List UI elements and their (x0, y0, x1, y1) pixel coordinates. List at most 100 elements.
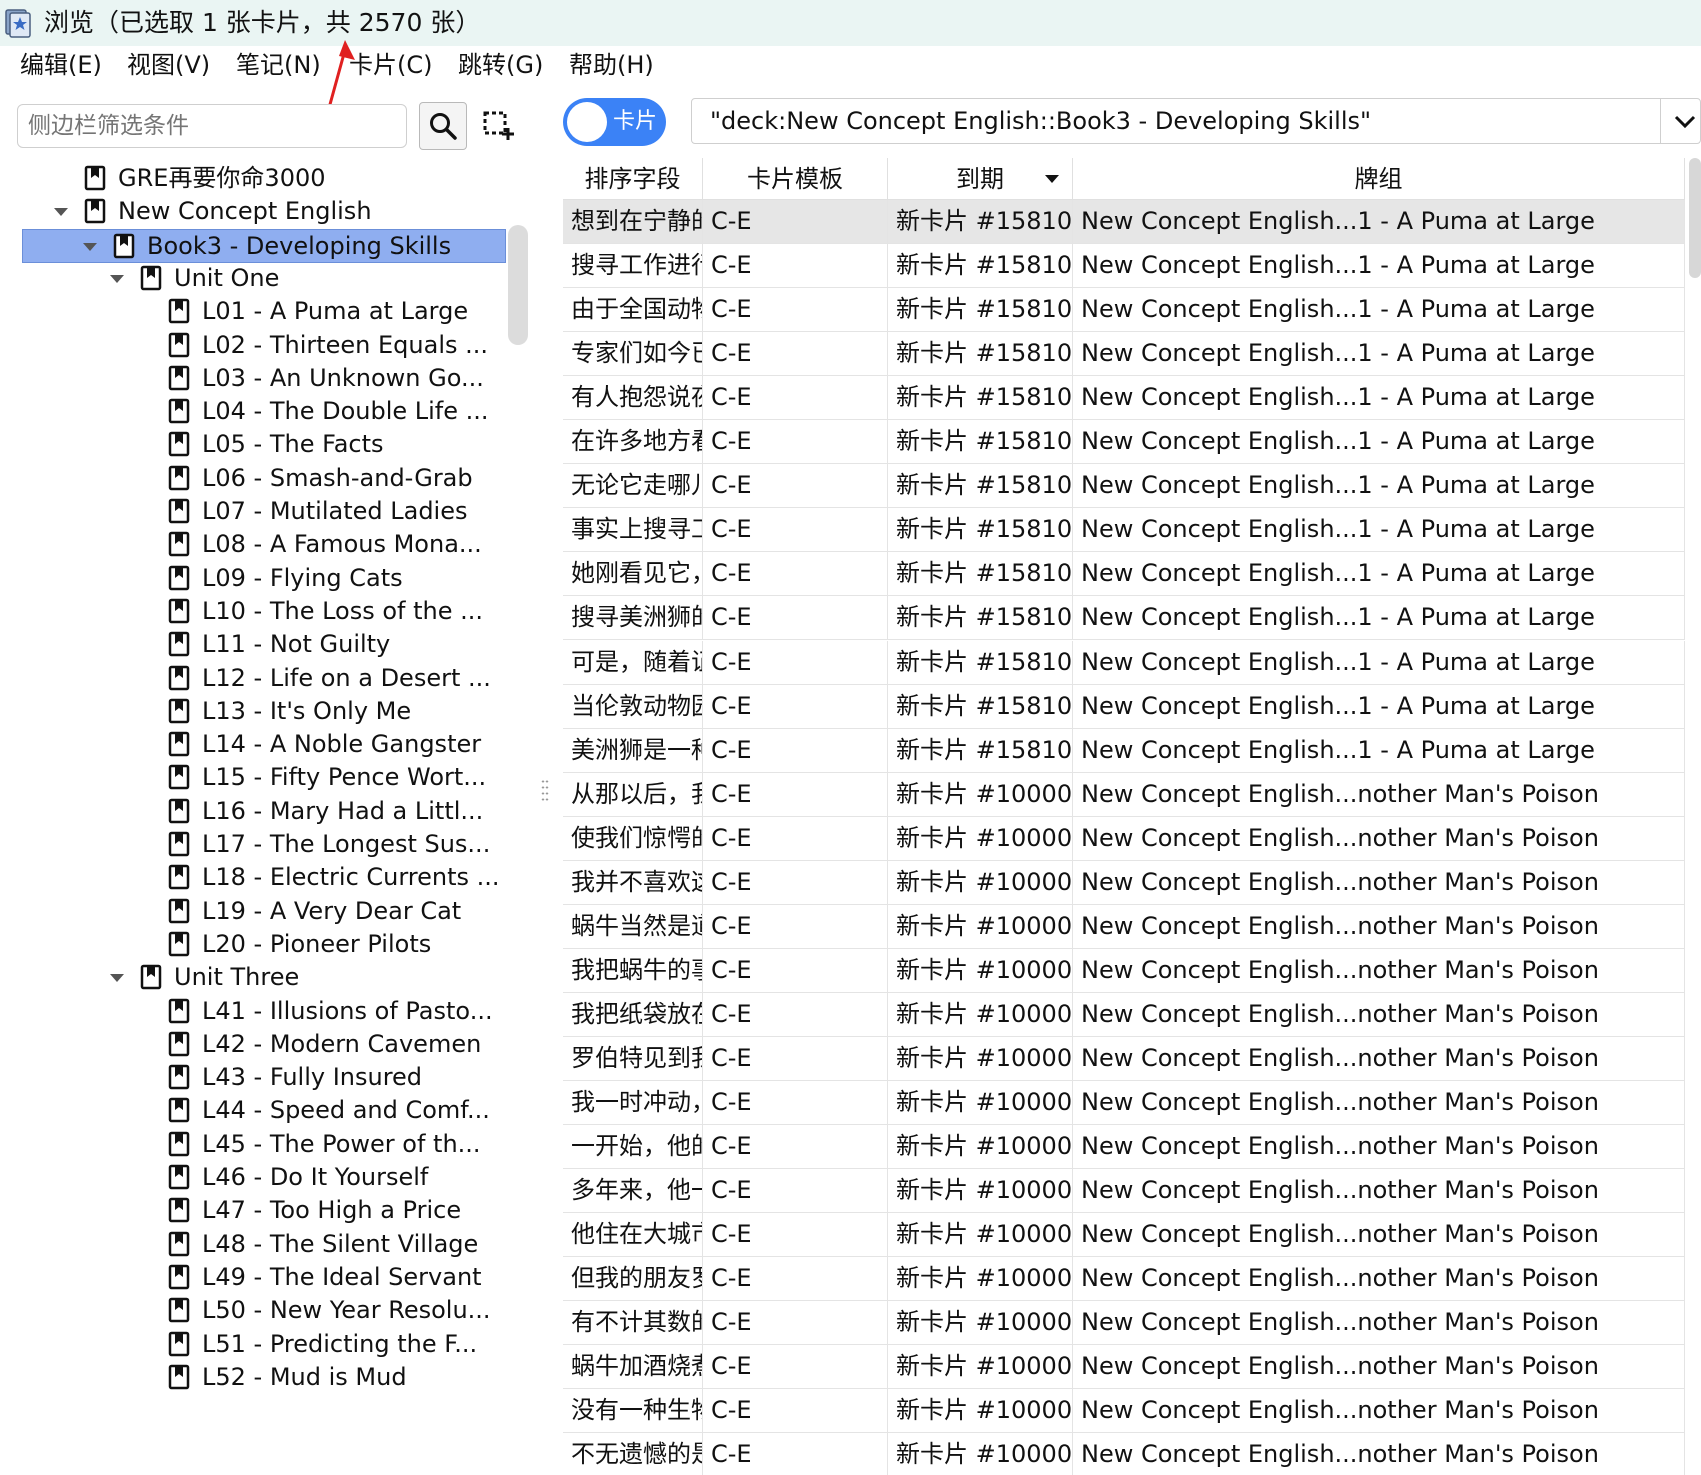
tree-item[interactable]: L14 - A Noble Gangster (22, 728, 506, 762)
table-row[interactable]: 我把纸袋放在...C-E新卡片 #10000...New Concept Eng… (563, 992, 1685, 1037)
table-row[interactable]: 蜗牛当然是道...C-E新卡片 #10000...New Concept Eng… (563, 904, 1685, 949)
tree-item[interactable]: L45 - The Power of th... (22, 1128, 506, 1162)
table-row[interactable]: 从那以后，我...C-E新卡片 #10000...New Concept Eng… (563, 772, 1685, 817)
menu-item[interactable]: 笔记(N) (236, 50, 321, 80)
column-header[interactable]: 卡片模板 (703, 158, 888, 200)
tree-item[interactable]: L49 - The Ideal Servant (22, 1261, 506, 1295)
table-row[interactable]: 但我的朋友罗...C-E新卡片 #10000...New Concept Eng… (563, 1257, 1685, 1302)
due-cell: 新卡片 #10000... (888, 816, 1073, 861)
table-scrollbar[interactable] (1689, 158, 1701, 278)
table-row[interactable]: 她刚看见它，...C-E新卡片 #15810...New Concept Eng… (563, 552, 1685, 597)
table-row[interactable]: 有人抱怨说夜...C-E新卡片 #15810...New Concept Eng… (563, 376, 1685, 421)
table-row[interactable]: 有不计其数的...C-E新卡片 #10000...New Concept Eng… (563, 1301, 1685, 1346)
tree-item[interactable]: L46 - Do It Yourself (22, 1161, 506, 1195)
expand-arrow-icon[interactable] (108, 270, 126, 288)
table-row[interactable]: 没有一种生物...C-E新卡片 #10000...New Concept Eng… (563, 1389, 1685, 1434)
tree-item[interactable]: L11 - Not Guilty (22, 628, 506, 662)
card-template-cell: C-E (703, 728, 888, 773)
table-row[interactable]: 我一时冲动，...C-E新卡片 #10000...New Concept Eng… (563, 1081, 1685, 1125)
table-row[interactable]: 罗伯特见到我...C-E新卡片 #10000...New Concept Eng… (563, 1036, 1685, 1081)
menu-item[interactable]: 视图(V) (127, 50, 210, 80)
table-row[interactable]: 不无遗憾的是...C-E新卡片 #10000...New Concept Eng… (563, 1433, 1685, 1475)
tree-item[interactable]: L43 - Fully Insured (22, 1061, 506, 1095)
tree-item[interactable]: L19 - A Very Dear Cat (22, 895, 506, 929)
search-query-text[interactable]: "deck:New Concept English::Book3 - Devel… (710, 106, 1371, 136)
sidebar-filter-input[interactable] (17, 104, 407, 148)
table-row[interactable]: 无论它走哪儿...C-E新卡片 #15810...New Concept Eng… (563, 464, 1685, 509)
expand-arrow-icon[interactable] (108, 969, 126, 987)
deck-icon (168, 498, 190, 524)
tree-item[interactable]: L15 - Fifty Pence Wort... (22, 761, 506, 795)
tree-item[interactable]: L04 - The Double Life ... (22, 395, 506, 429)
tree-item[interactable]: L02 - Thirteen Equals ... (22, 329, 506, 363)
selection-tool-button[interactable] (480, 108, 516, 144)
table-row[interactable]: 一开始，他的...C-E新卡片 #10000...New Concept Eng… (563, 1125, 1685, 1170)
tree-item[interactable]: Unit Three (22, 961, 506, 995)
menu-item[interactable]: 帮助(H) (569, 50, 654, 80)
cards-notes-toggle[interactable]: 卡片 (563, 98, 666, 146)
tree-item[interactable]: L18 - Electric Currents ... (22, 861, 506, 895)
table-row[interactable]: 专家们如今已...C-E新卡片 #15810...New Concept Eng… (563, 332, 1685, 377)
tree-item[interactable]: L42 - Modern Cavemen (22, 1028, 506, 1062)
menu-item[interactable]: 跳转(G) (458, 50, 543, 80)
search-button[interactable] (419, 102, 467, 150)
tree-item[interactable]: L10 - The Loss of the ... (22, 595, 506, 629)
table-row[interactable]: 美洲狮是一种...C-E新卡片 #15810...New Concept Eng… (563, 728, 1685, 773)
tree-item[interactable]: L41 - Illusions of Pasto... (22, 995, 506, 1029)
column-header[interactable]: 牌组 (1073, 158, 1685, 200)
table-row[interactable]: 蜗牛加酒烧煮...C-E新卡片 #10000...New Concept Eng… (563, 1345, 1685, 1390)
tree-item[interactable]: L03 - An Unknown Go... (22, 362, 506, 396)
pane-splitter-handle[interactable] (541, 780, 549, 808)
column-header[interactable]: 排序字段 (563, 158, 703, 200)
tree-item[interactable]: L09 - Flying Cats (22, 562, 506, 596)
sort-field-cell: 我把蜗牛的事... (563, 948, 703, 993)
table-row[interactable]: 在许多地方看...C-E新卡片 #15810...New Concept Eng… (563, 420, 1685, 465)
menu-item[interactable]: 卡片(C) (349, 50, 432, 80)
card-template-cell: C-E (703, 1389, 888, 1434)
tree-item[interactable]: L50 - New Year Resolu... (22, 1294, 506, 1328)
expand-arrow-icon[interactable] (52, 203, 70, 221)
tree-item[interactable]: L47 - Too High a Price (22, 1194, 506, 1228)
tree-item[interactable]: L07 - Mutilated Ladies (22, 495, 506, 529)
tree-item[interactable]: L44 - Speed and Comf... (22, 1094, 506, 1128)
table-row[interactable]: 我并不喜欢这...C-E新卡片 #10000...New Concept Eng… (563, 860, 1685, 905)
table-row[interactable]: 使我们惊愕的...C-E新卡片 #10000...New Concept Eng… (563, 816, 1685, 861)
tree-item[interactable]: L01 - A Puma at Large (22, 295, 506, 329)
deck-cell: New Concept English...nother Man's Poiso… (1073, 1389, 1685, 1434)
tree-item-label: L47 - Too High a Price (202, 1196, 462, 1225)
column-header[interactable]: 到期 (888, 158, 1073, 200)
table-row[interactable]: 事实上搜寻工...C-E新卡片 #15810...New Concept Eng… (563, 508, 1685, 553)
tree-item[interactable]: L13 - It's Only Me (22, 695, 506, 729)
tree-item[interactable]: New Concept English (22, 195, 506, 229)
tree-item[interactable]: L12 - Life on a Desert ... (22, 662, 506, 696)
tree-item[interactable]: L52 - Mud is Mud (22, 1361, 506, 1395)
menu-item[interactable]: 编辑(E) (20, 50, 102, 80)
due-cell: 新卡片 #15810... (888, 508, 1073, 553)
table-row[interactable]: 搜寻工作进行...C-E新卡片 #15810...New Concept Eng… (563, 244, 1685, 289)
table-row[interactable]: 我把蜗牛的事...C-E新卡片 #10000...New Concept Eng… (563, 948, 1685, 993)
tree-item[interactable]: L16 - Mary Had a Littl... (22, 795, 506, 829)
tree-item[interactable]: L17 - The Longest Sus... (22, 828, 506, 862)
tree-item[interactable]: L08 - A Famous Mona... (22, 528, 506, 562)
sidebar-scrollbar[interactable] (508, 225, 528, 345)
chevron-down-icon[interactable] (1672, 111, 1698, 133)
expand-arrow-icon[interactable] (81, 238, 99, 256)
table-row[interactable]: 可是，随着证...C-E新卡片 #15810...New Concept Eng… (563, 640, 1685, 685)
tree-item[interactable]: L51 - Predicting the F... (22, 1328, 506, 1362)
tree-item[interactable]: L05 - The Facts (22, 428, 506, 462)
table-row[interactable]: 当伦敦动物园...C-E新卡片 #15810...New Concept Eng… (563, 684, 1685, 729)
tree-item-selected[interactable]: Book3 - Developing Skills (22, 228, 506, 263)
tree-item[interactable]: L06 - Smash-and-Grab (22, 462, 506, 496)
table-row[interactable]: 搜寻美洲狮的...C-E新卡片 #15810...New Concept Eng… (563, 596, 1685, 641)
table-row[interactable]: 由于全国动物...C-E新卡片 #15810...New Concept Eng… (563, 288, 1685, 333)
table-row[interactable]: 想到在宁静的...C-E新卡片 #15810...New Concept Eng… (563, 200, 1685, 244)
card-template-cell: C-E (703, 1301, 888, 1346)
tree-item[interactable]: Unit One (22, 262, 506, 296)
tree-item[interactable]: L20 - Pioneer Pilots (22, 928, 506, 962)
table-row[interactable]: 多年来，他一...C-E新卡片 #10000...New Concept Eng… (563, 1169, 1685, 1214)
sort-field-cell: 一开始，他的... (563, 1125, 703, 1170)
table-row[interactable]: 他住在大城市...C-E新卡片 #10000...New Concept Eng… (563, 1213, 1685, 1258)
search-combobox[interactable]: "deck:New Concept English::Book3 - Devel… (691, 98, 1701, 144)
tree-item[interactable]: GRE再要你命3000 (22, 162, 506, 196)
tree-item[interactable]: L48 - The Silent Village (22, 1228, 506, 1262)
